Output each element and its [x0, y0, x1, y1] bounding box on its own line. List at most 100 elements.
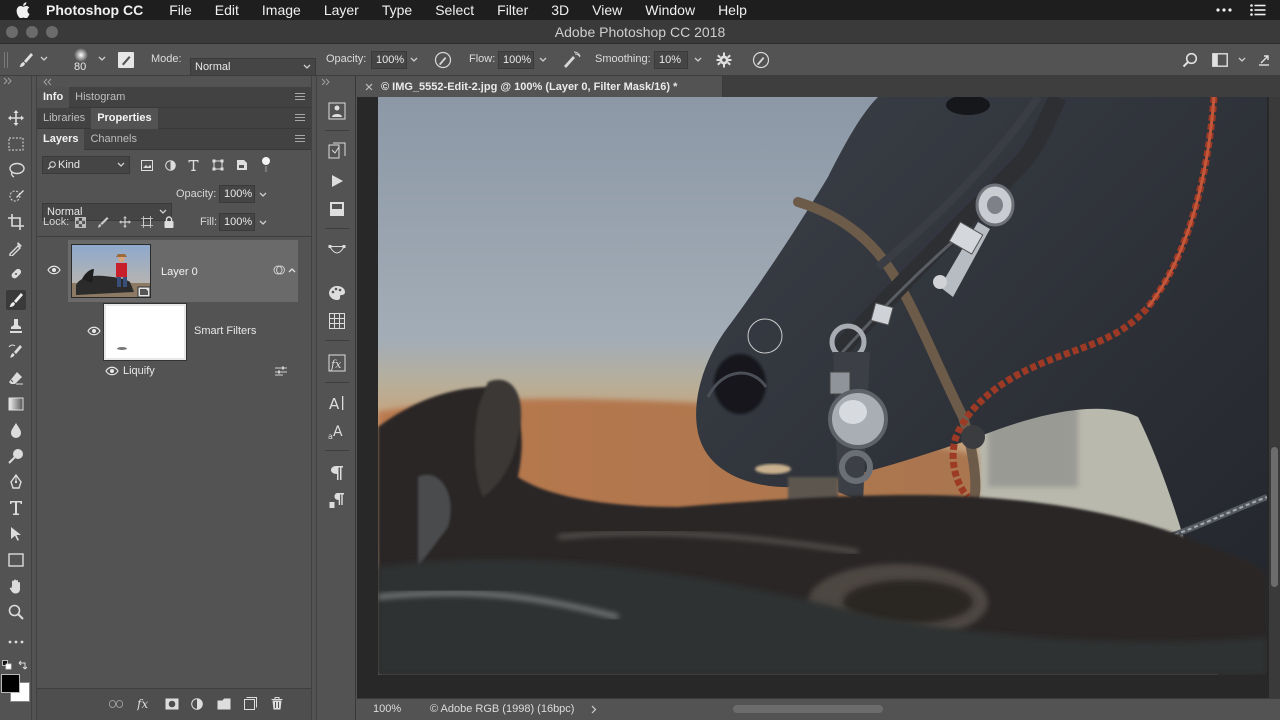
paragraph-styles-icon[interactable] [326, 490, 348, 512]
smart-object-filter-icon[interactable] [236, 159, 248, 171]
lasso-tool-icon[interactable] [6, 160, 26, 180]
chevron-down-icon[interactable] [539, 57, 547, 63]
swap-colors-icon[interactable] [18, 660, 28, 670]
paths-panel-icon[interactable] [326, 240, 348, 262]
menu-filter[interactable]: Filter [497, 2, 528, 18]
delete-layer-icon[interactable] [271, 697, 283, 710]
chevron-right-icon[interactable] [591, 705, 597, 714]
brush-settings-panel-icon[interactable] [117, 51, 135, 69]
zoom-level[interactable]: 100% [373, 703, 401, 715]
character-panel-icon[interactable]: A [326, 392, 348, 414]
tab-channels[interactable]: Channels [84, 129, 142, 150]
gradient-tool-icon[interactable] [6, 394, 26, 414]
hand-tool-icon[interactable] [6, 576, 26, 596]
vertical-scroll-thumb[interactable] [1271, 447, 1278, 587]
filter-toggle-icon[interactable] [261, 156, 271, 172]
dodge-tool-icon[interactable] [6, 446, 26, 466]
image-canvas[interactable] [378, 97, 1267, 675]
eye-icon[interactable] [105, 366, 119, 376]
chevron-up-icon[interactable] [288, 267, 296, 273]
pressure-size-icon[interactable] [752, 51, 770, 69]
move-tool-icon[interactable] [6, 108, 26, 128]
history-panel-icon[interactable] [326, 140, 348, 162]
window-close-button[interactable] [6, 26, 18, 38]
smoothing-field[interactable]: 10% [654, 51, 688, 69]
new-group-icon[interactable] [217, 698, 231, 710]
type-layer-filter-icon[interactable] [188, 159, 199, 171]
tab-properties[interactable]: Properties [91, 107, 158, 129]
gear-icon[interactable] [716, 52, 732, 68]
lock-image-pixels-icon[interactable] [97, 216, 109, 228]
paragraph-panel-icon[interactable] [326, 462, 348, 484]
filter-name[interactable]: Liquify [123, 365, 155, 377]
eye-icon[interactable] [87, 326, 101, 336]
layer-name[interactable]: Layer 0 [161, 266, 198, 278]
foreground-color-swatch[interactable] [1, 674, 20, 693]
panel-menu-icon[interactable] [295, 93, 305, 102]
layer-opacity-field[interactable]: 100% [219, 185, 255, 203]
tab-libraries[interactable]: Libraries [37, 108, 91, 129]
chevron-down-icon[interactable] [259, 192, 267, 198]
collapse-arrows-icon[interactable] [43, 78, 53, 86]
grid-panel-icon[interactable] [326, 310, 348, 332]
fx-icon[interactable]: fx [137, 697, 153, 711]
pressure-opacity-icon[interactable] [434, 51, 452, 69]
horizontal-scroll-thumb[interactable] [733, 705, 883, 713]
menu-edit[interactable]: Edit [215, 2, 239, 18]
add-mask-icon[interactable] [165, 698, 179, 710]
chevron-down-icon[interactable] [410, 57, 418, 63]
menu-window[interactable]: Window [645, 2, 695, 18]
path-selection-tool-icon[interactable] [6, 524, 26, 544]
new-adjustment-layer-icon[interactable] [191, 698, 203, 710]
chevron-down-icon[interactable] [259, 220, 267, 226]
lock-position-icon[interactable] [119, 216, 131, 228]
new-layer-icon[interactable] [244, 697, 257, 710]
blur-tool-icon[interactable] [6, 420, 26, 440]
adjustment-layer-filter-icon[interactable] [165, 160, 176, 171]
lock-all-icon[interactable] [164, 216, 174, 228]
menu-layer[interactable]: Layer [324, 2, 359, 18]
zoom-tool-icon[interactable] [6, 602, 26, 622]
quick-selection-tool-icon[interactable] [6, 186, 26, 206]
clone-stamp-tool-icon[interactable] [6, 316, 26, 336]
layer-filter-dropdown[interactable]: Kind [42, 156, 130, 174]
swatches-panel-icon[interactable] [326, 282, 348, 304]
lock-transparent-pixels-icon[interactable] [75, 217, 86, 228]
tab-info[interactable]: Info [37, 86, 70, 108]
airbrush-icon[interactable] [561, 51, 581, 69]
layer-comps-icon[interactable] [326, 198, 348, 220]
pixel-layer-filter-icon[interactable] [141, 160, 153, 171]
window-minimize-button[interactable] [26, 26, 38, 38]
chevron-down-icon[interactable] [40, 56, 48, 62]
search-icon[interactable] [1182, 52, 1198, 68]
crop-tool-icon[interactable] [6, 212, 26, 232]
lock-artboard-icon[interactable] [141, 216, 153, 228]
healing-brush-tool-icon[interactable] [6, 264, 26, 284]
eyedropper-tool-icon[interactable] [6, 238, 26, 258]
chevron-down-icon[interactable] [1238, 57, 1246, 63]
options-bar-grip[interactable] [2, 44, 10, 76]
history-brush-tool-icon[interactable] [6, 342, 26, 362]
notification-list-icon[interactable] [1250, 4, 1266, 16]
menu-type[interactable]: Type [382, 2, 412, 18]
mode-dropdown[interactable]: Normal [190, 57, 316, 76]
brush-tool-preset-icon[interactable] [18, 52, 34, 68]
close-icon[interactable] [365, 83, 373, 91]
filter-mask-thumbnail[interactable] [103, 303, 187, 361]
collapse-arrows-icon[interactable] [3, 77, 13, 85]
shape-layer-filter-icon[interactable] [212, 159, 224, 171]
menu-select[interactable]: Select [435, 2, 474, 18]
actions-panel-icon[interactable] [326, 170, 348, 192]
tab-histogram[interactable]: Histogram [69, 87, 131, 108]
layer-thumbnail[interactable] [71, 244, 151, 298]
marquee-tool-icon[interactable] [6, 134, 26, 154]
eye-icon[interactable] [47, 265, 61, 275]
chevron-down-icon[interactable] [98, 56, 106, 62]
learn-panel-icon[interactable] [326, 100, 348, 122]
chevron-down-icon[interactable] [694, 57, 702, 63]
document-tab[interactable]: © IMG_5552-Edit-2.jpg @ 100% (Layer 0, F… [357, 76, 723, 97]
menu-help[interactable]: Help [718, 2, 747, 18]
window-zoom-button[interactable] [46, 26, 58, 38]
layer-fill-field[interactable]: 100% [219, 213, 255, 231]
share-icon[interactable] [1256, 52, 1272, 68]
